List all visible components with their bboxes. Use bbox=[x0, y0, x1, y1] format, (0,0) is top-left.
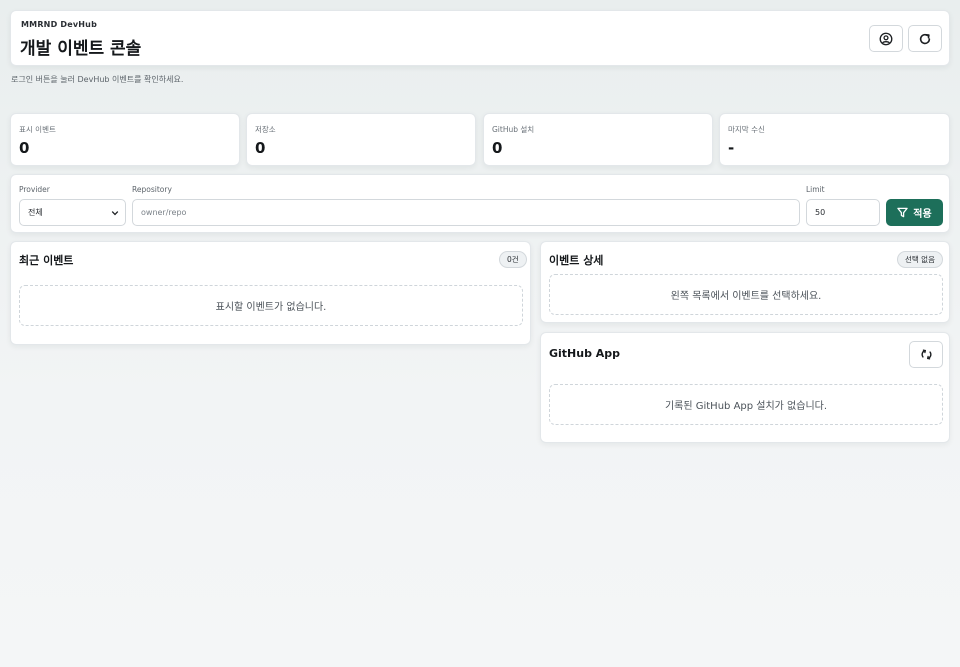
chevron-down-icon bbox=[111, 211, 119, 216]
recent-events-title: 최근 이벤트 bbox=[19, 254, 74, 267]
provider-value: 전체 bbox=[28, 208, 43, 217]
apply-label: 적용 bbox=[913, 209, 932, 220]
user-circle-icon bbox=[879, 32, 893, 45]
limit-label: Limit bbox=[806, 185, 825, 194]
github-app-empty: 기록된 GitHub App 설치가 없습니다. bbox=[549, 384, 943, 425]
event-detail-empty: 왼쪽 목록에서 이벤트를 선택하세요. bbox=[549, 274, 943, 315]
stat-value: 0 bbox=[492, 139, 503, 157]
recent-events-panel: 최근 이벤트 0건 표시할 이벤트가 없습니다. bbox=[10, 241, 531, 345]
limit-input[interactable]: 50 bbox=[806, 199, 880, 226]
github-app-title: GitHub App bbox=[549, 347, 621, 360]
provider-select[interactable]: 전체 bbox=[19, 199, 126, 226]
selection-badge: 선택 없음 bbox=[897, 251, 943, 268]
stat-label: 마지막 수신 bbox=[728, 125, 765, 134]
repository-label: Repository bbox=[132, 185, 172, 194]
repository-input[interactable]: owner/repo bbox=[132, 199, 800, 226]
sync-icon bbox=[920, 349, 932, 360]
refresh-button[interactable] bbox=[908, 25, 942, 52]
stat-card-repositories: 저장소 0 bbox=[246, 113, 476, 166]
stat-card-events: 표시 이벤트 0 bbox=[10, 113, 240, 166]
stat-card-last-received: 마지막 수신 - bbox=[719, 113, 950, 166]
stat-value: 0 bbox=[255, 139, 266, 157]
stat-label: 표시 이벤트 bbox=[19, 125, 56, 134]
brand-label: MMRND DevHub bbox=[21, 20, 98, 29]
apply-button[interactable]: 적용 bbox=[886, 199, 943, 226]
limit-value: 50 bbox=[815, 208, 826, 217]
stat-label: GitHub 설치 bbox=[492, 125, 535, 134]
stat-label: 저장소 bbox=[255, 125, 276, 134]
sync-button[interactable] bbox=[909, 341, 943, 368]
provider-label: Provider bbox=[19, 185, 50, 194]
event-detail-panel: 이벤트 상세 선택 없음 왼쪽 목록에서 이벤트를 선택하세요. bbox=[540, 241, 950, 323]
github-app-panel: GitHub App 기록된 GitHub App 설치가 없습니다. bbox=[540, 332, 950, 443]
stat-card-installations: GitHub 설치 0 bbox=[483, 113, 713, 166]
recent-events-empty: 표시할 이벤트가 없습니다. bbox=[19, 285, 523, 326]
repository-placeholder: owner/repo bbox=[141, 208, 187, 217]
stat-value: 0 bbox=[19, 139, 30, 157]
login-button[interactable] bbox=[869, 25, 903, 52]
filter-bar: Provider 전체 Repository owner/repo Limit … bbox=[10, 174, 950, 233]
event-count-badge: 0건 bbox=[499, 251, 527, 268]
stat-value: - bbox=[728, 139, 735, 157]
event-detail-title: 이벤트 상세 bbox=[549, 254, 604, 267]
refresh-icon bbox=[919, 33, 931, 44]
filter-icon bbox=[897, 207, 909, 218]
page-title: 개발 이벤트 콘솔 bbox=[20, 39, 142, 59]
login-hint: 로그인 버튼을 눌러 DevHub 이벤트를 확인하세요. bbox=[11, 75, 184, 84]
header-bar: MMRND DevHub 개발 이벤트 콘솔 bbox=[10, 10, 950, 66]
